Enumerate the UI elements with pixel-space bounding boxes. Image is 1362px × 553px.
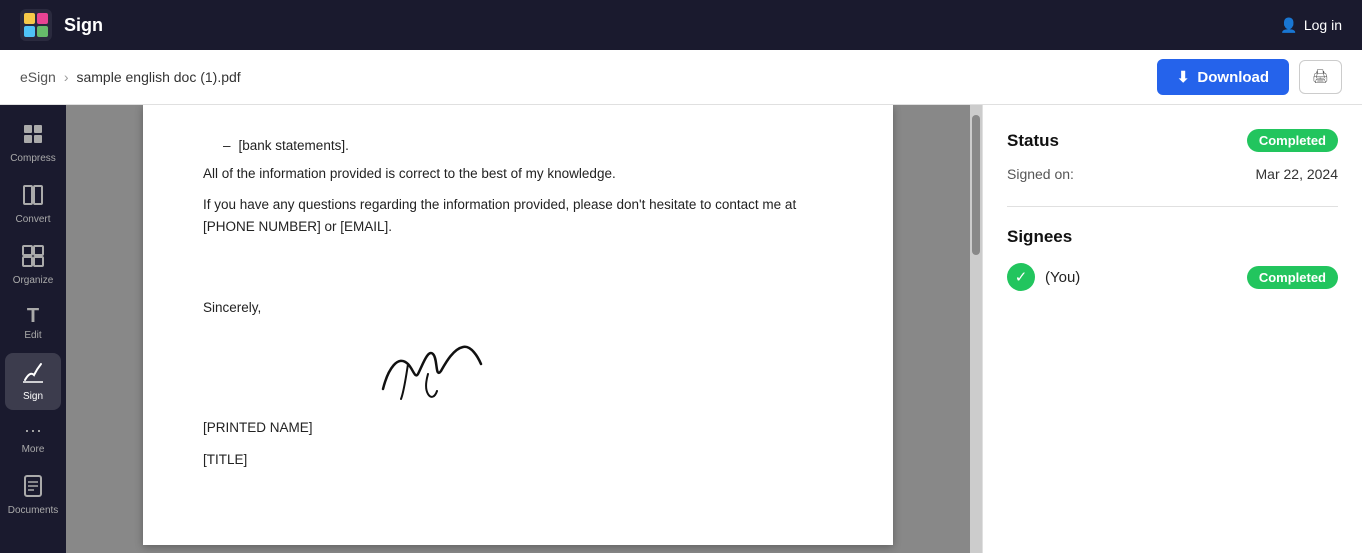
signed-on-row: Signed on: Mar 22, 2024 [1007,166,1338,182]
logo-q4 [37,26,48,37]
signed-on-date: Mar 22, 2024 [1256,166,1339,182]
download-button[interactable]: ⬇ Download [1157,59,1289,95]
organize-icon [22,245,44,271]
main-area: Compress Convert Organize T Edit Sign ⋯ [0,105,1362,553]
document-page: – [bank statements]. All of the informat… [143,105,893,545]
status-row: Status Completed [1007,129,1338,152]
bullet-arrow: – [223,135,231,157]
topbar-right: 👤 Log in [1280,17,1342,34]
doc-sincerely: Sincerely, [203,297,833,319]
sidebar-item-edit[interactable]: T Edit [5,298,61,349]
sidebar-item-sign[interactable]: Sign [5,353,61,410]
breadcrumb-parent[interactable]: eSign [20,69,56,85]
topbar-left: Sign [20,9,103,41]
more-icon: ⋯ [24,422,42,440]
login-button[interactable]: 👤 Log in [1280,17,1342,34]
documents-label: Documents [8,505,59,516]
sidebar-item-more[interactable]: ⋯ More [5,414,61,463]
scrollbar-track[interactable] [970,105,982,553]
compress-label: Compress [10,153,56,164]
sidebar-item-compress[interactable]: Compress [5,115,61,172]
status-badge: Completed [1247,129,1338,152]
bullet-item: – [bank statements]. [223,135,833,157]
doc-para2: If you have any questions regarding the … [203,194,833,237]
app-title: Sign [64,15,103,36]
app-logo [20,9,52,41]
more-label: More [22,444,45,455]
status-section: Status Completed Signed on: Mar 22, 2024 [1007,129,1338,182]
breadcrumb-separator: › [64,69,69,85]
signees-section: Signees ✓ (You) Completed [1007,227,1338,291]
signee-row: ✓ (You) Completed [1007,263,1338,291]
doc-para1: All of the information provided is corre… [203,163,833,185]
sidebar-item-documents[interactable]: Documents [5,467,61,524]
breadcrumb-current: sample english doc (1).pdf [76,69,240,85]
convert-icon [22,184,44,210]
breadcrumb: eSign › sample english doc (1).pdf [20,69,241,85]
logo-q1 [24,13,35,24]
sign-icon [22,361,44,387]
status-label: Status [1007,131,1059,151]
download-icon: ⬇ [1177,68,1190,86]
signee-badge: Completed [1247,266,1338,289]
sign-label: Sign [23,391,43,402]
signee-left: ✓ (You) [1007,263,1080,291]
doc-title: [TITLE] [203,449,833,471]
sidebar-item-organize[interactable]: Organize [5,237,61,294]
organize-label: Organize [13,275,54,286]
signee-check-icon: ✓ [1007,263,1035,291]
compress-icon [22,123,44,149]
document-content: – [bank statements]. All of the informat… [203,135,833,470]
signees-label: Signees [1007,227,1338,247]
signature-area: Sincerely, [PRINTED NAME] [TITLE] [203,297,833,470]
sidebar-item-convert[interactable]: Convert [5,176,61,233]
document-area[interactable]: – [bank statements]. All of the informat… [66,105,970,553]
print-icon: 🖨 [1312,69,1329,84]
signed-on-label: Signed on: [1007,166,1074,182]
user-icon: 👤 [1280,17,1297,34]
panel-divider [1007,206,1338,207]
topbar: Sign 👤 Log in [0,0,1362,50]
sidebar: Compress Convert Organize T Edit Sign ⋯ [0,105,66,553]
edit-label: Edit [24,330,41,341]
signature-image [363,329,493,409]
bullet-text: [bank statements]. [239,135,349,157]
convert-label: Convert [15,214,50,225]
breadcrumb-actions: ⬇ Download 🖨 [1157,59,1342,95]
signee-name: (You) [1045,269,1080,286]
logo-q2 [37,13,48,24]
edit-icon: T [27,306,39,326]
print-button[interactable]: 🖨 [1299,60,1342,94]
doc-printed-name: [PRINTED NAME] [203,417,833,439]
logo-q3 [24,26,35,37]
right-panel: Status Completed Signed on: Mar 22, 2024… [982,105,1362,553]
breadcrumb-bar: eSign › sample english doc (1).pdf ⬇ Dow… [0,50,1362,105]
documents-icon [23,475,43,501]
scrollbar-thumb[interactable] [972,115,980,255]
